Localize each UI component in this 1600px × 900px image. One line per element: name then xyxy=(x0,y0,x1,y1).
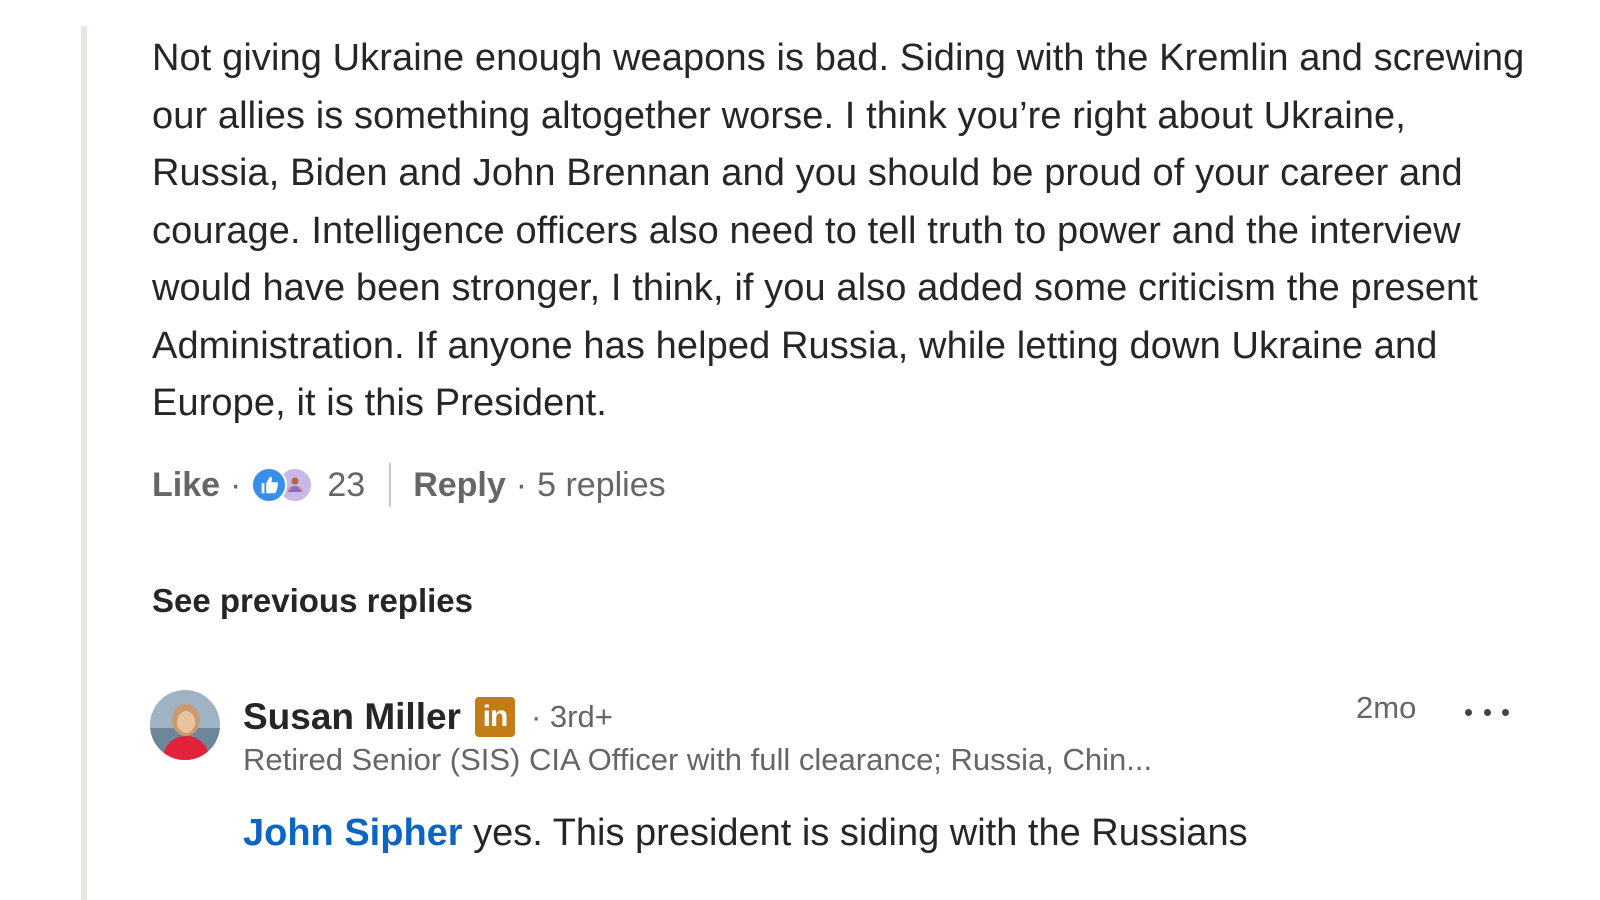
see-previous-replies-button[interactable]: See previous replies xyxy=(152,582,473,620)
mention-link[interactable]: John Sipher xyxy=(243,812,463,854)
comment-thread: Not giving Ukraine enough weapons is bad… xyxy=(0,0,1600,900)
author-line: Susan Miller in · 3rd+ xyxy=(243,692,613,742)
more-options-icon[interactable] xyxy=(1465,694,1509,730)
separator-dot: · xyxy=(230,465,242,504)
replies-count-link[interactable]: 5 replies xyxy=(537,466,666,505)
avatar[interactable] xyxy=(150,690,220,760)
more-dot xyxy=(1502,708,1509,716)
reply-body: John Sipher yes. This president is sidin… xyxy=(243,812,1248,855)
reaction-count[interactable]: 23 xyxy=(327,466,365,505)
thread-line xyxy=(81,26,87,900)
reply-timestamp: 2mo xyxy=(1356,690,1417,725)
comment-social-bar: Like · 23 Reply · 5 replies xyxy=(152,462,666,508)
connection-degree: · 3rd+ xyxy=(530,699,613,734)
social-divider xyxy=(389,463,392,507)
comment-body: Not giving Ukraine enough weapons is bad… xyxy=(152,37,1525,424)
author-headline: Retired Senior (SIS) CIA Officer with fu… xyxy=(243,742,1153,777)
reactions-summary[interactable] xyxy=(251,467,314,503)
more-dot xyxy=(1483,708,1491,716)
reply-button[interactable]: Reply xyxy=(413,466,506,505)
like-button[interactable]: Like xyxy=(152,466,220,505)
reply-body-text: yes. This president is siding with the R… xyxy=(462,812,1248,854)
author-name-link[interactable]: Susan Miller xyxy=(243,696,461,738)
separator-dot: · xyxy=(515,465,528,504)
more-dot xyxy=(1465,708,1472,716)
linkedin-premium-icon: in xyxy=(474,697,515,737)
